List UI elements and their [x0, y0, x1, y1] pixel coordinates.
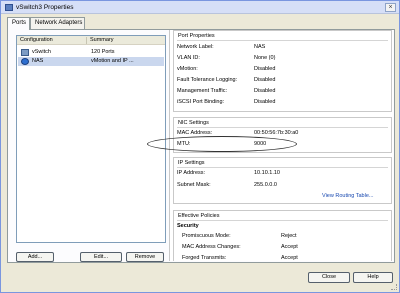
- divider: [177, 127, 388, 128]
- divider: [177, 220, 388, 221]
- management-traffic-label: Management Traffic:: [177, 88, 228, 94]
- network-label-value: NAS: [254, 44, 266, 50]
- help-button[interactable]: Help: [353, 272, 393, 283]
- tab-ports[interactable]: Ports: [7, 17, 30, 30]
- list-item[interactable]: vSwitch 120 Ports: [18, 48, 164, 57]
- mac-address-value: 00:50:56:7b:30:a0: [254, 130, 299, 136]
- edit-button[interactable]: Edit...: [80, 252, 122, 262]
- iscsi-binding-label: iSCSI Port Binding:: [177, 99, 225, 105]
- mac-address-label: MAC Address:: [177, 130, 213, 136]
- port-properties-group: Port Properties Network Label: NAS VLAN …: [173, 30, 392, 112]
- divider: [177, 167, 388, 168]
- ip-settings-title: IP Settings: [178, 160, 205, 166]
- list-item-summary: vMotion and IP ...: [91, 58, 134, 64]
- forged-transmits-label: Forged Transmits:: [182, 255, 227, 261]
- ip-address-value: 10.10.1.10: [254, 170, 280, 176]
- effective-policies-group: Effective Policies Security Promiscuous …: [173, 210, 392, 261]
- management-traffic-value: Disabled: [254, 88, 276, 94]
- ip-settings-group: IP Settings IP Address: 10.10.1.10 Subne…: [173, 157, 392, 204]
- remove-button[interactable]: Remove: [126, 252, 164, 262]
- window-title: vSwitch3 Properties: [16, 4, 74, 11]
- vmkernel-port-icon: [21, 58, 29, 65]
- list-item-name: NAS: [32, 58, 44, 64]
- port-list[interactable]: Configuration Summary vSwitch 120 Ports …: [16, 35, 166, 243]
- iscsi-binding-value: Disabled: [254, 99, 276, 105]
- list-item[interactable]: NAS vMotion and IP ...: [18, 57, 164, 66]
- column-configuration[interactable]: Configuration: [20, 37, 53, 43]
- close-button[interactable]: Close: [308, 272, 350, 283]
- list-header: Configuration Summary: [17, 36, 165, 45]
- subnet-mask-value: 255.0.0.0: [254, 182, 277, 188]
- list-item-summary: 120 Ports: [91, 49, 115, 55]
- security-heading: Security: [177, 223, 199, 229]
- promiscuous-mode-label: Promiscuous Mode:: [182, 233, 231, 239]
- fault-tolerance-value: Disabled: [254, 77, 276, 83]
- vswitch-icon: [5, 4, 13, 11]
- vlan-id-label: VLAN ID:: [177, 55, 200, 61]
- vmotion-label: vMotion:: [177, 66, 198, 72]
- properties-window: vSwitch3 Properties × Ports Network Adap…: [0, 0, 400, 293]
- mac-address-changes-value: Accept: [281, 244, 298, 250]
- divider: [177, 40, 388, 41]
- vmotion-value: Disabled: [254, 66, 276, 72]
- vlan-id-value: None (0): [254, 55, 276, 61]
- effective-policies-title: Effective Policies: [178, 213, 220, 219]
- promiscuous-mode-value: Reject: [281, 233, 297, 239]
- network-label-label: Network Label:: [177, 44, 214, 50]
- view-routing-table-link[interactable]: View Routing Table...: [322, 193, 373, 199]
- resize-grip[interactable]: [391, 284, 397, 290]
- mac-address-changes-label: MAC Address Changes:: [182, 244, 241, 250]
- ip-address-label: IP Address:: [177, 170, 206, 176]
- port-properties-title: Port Properties: [178, 33, 215, 39]
- forged-transmits-value: Accept: [281, 255, 298, 261]
- add-button[interactable]: Add...: [16, 252, 54, 262]
- switch-icon: [21, 49, 29, 56]
- mtu-highlight-oval: [147, 136, 297, 152]
- list-item-name: vSwitch: [32, 49, 51, 55]
- column-separator[interactable]: [86, 37, 87, 44]
- nic-settings-title: NIC Settings: [178, 120, 209, 126]
- fault-tolerance-label: Fault Tolerance Logging:: [177, 77, 238, 83]
- title-bar: vSwitch3 Properties ×: [1, 1, 399, 14]
- close-icon[interactable]: ×: [385, 3, 396, 12]
- column-summary[interactable]: Summary: [90, 37, 114, 43]
- subnet-mask-label: Subnet Mask:: [177, 182, 211, 188]
- tab-network-adapters[interactable]: Network Adapters: [30, 17, 85, 29]
